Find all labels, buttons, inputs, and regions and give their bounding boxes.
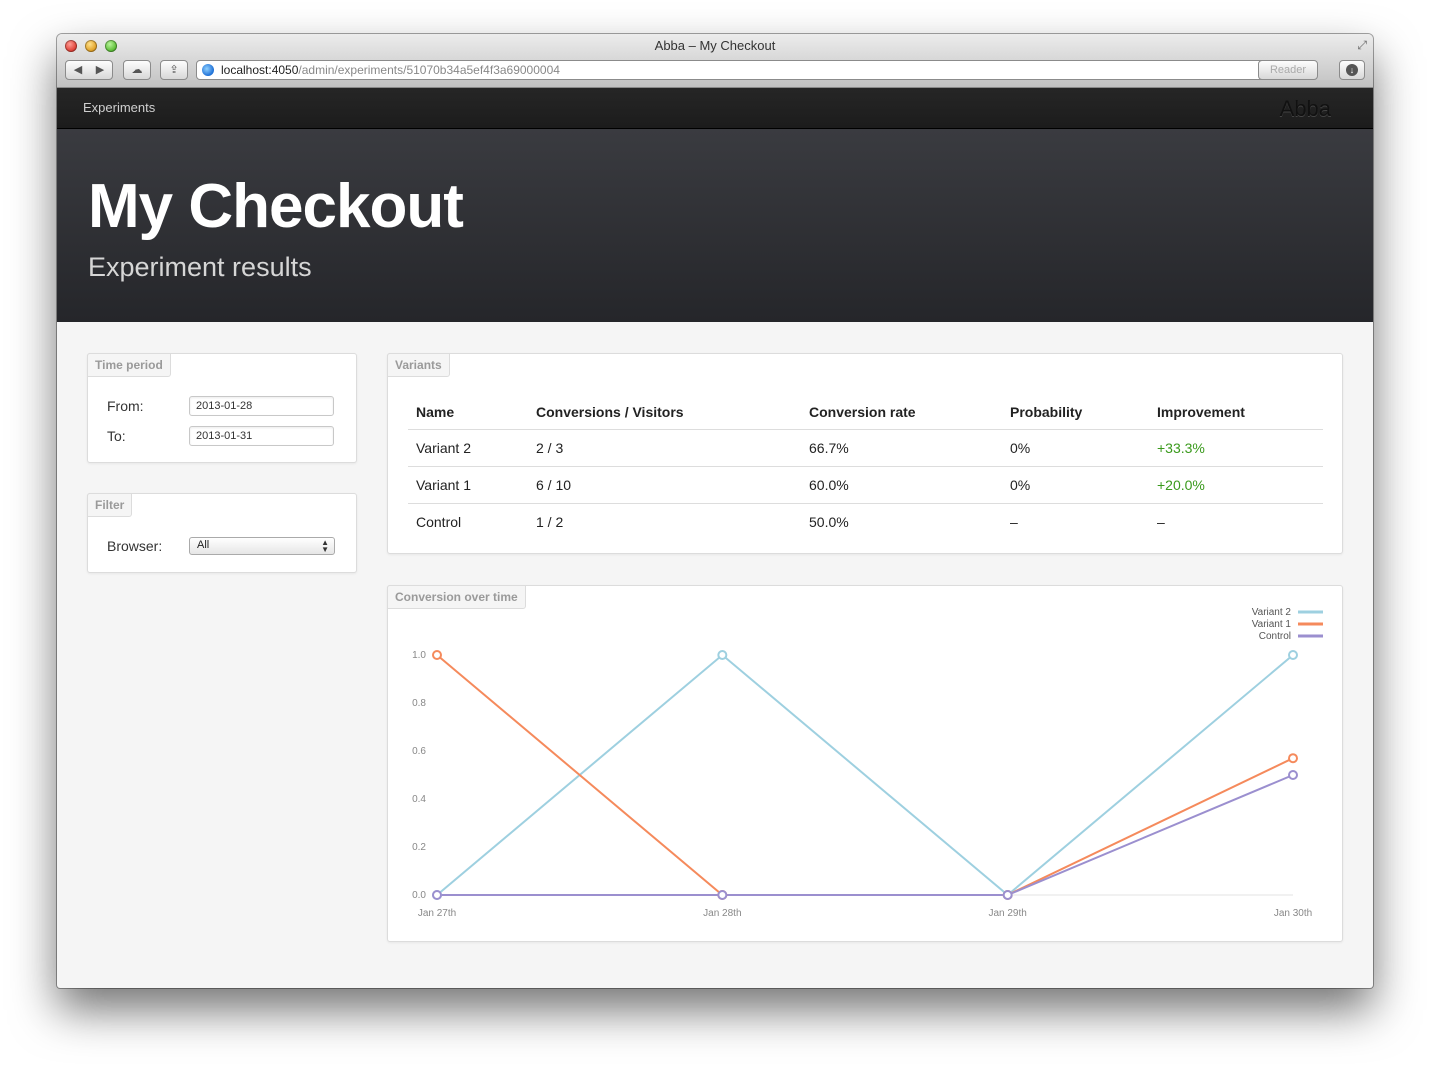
- variants-panel: Variants Name Conversions / Visitors Con…: [387, 353, 1343, 554]
- time-period-tag: Time period: [87, 353, 171, 377]
- url-host: localhost:4050: [221, 63, 299, 77]
- variant-improvement: +20.0%: [1149, 466, 1323, 504]
- legend-label: Variant 1: [1252, 619, 1292, 630]
- y-tick-label: 0.8: [412, 698, 426, 709]
- url-text: localhost:4050/admin/experiments/51070b3…: [221, 61, 560, 79]
- y-tick-label: 0.4: [412, 794, 426, 805]
- brand-logo[interactable]: Abba: [1280, 96, 1331, 122]
- table-row: Variant 1 6 / 10 60.0% 0% +20.0%: [408, 466, 1323, 504]
- forward-icon[interactable]: ▶: [89, 61, 111, 79]
- data-point: [1288, 770, 1298, 780]
- download-icon: ↓: [1346, 64, 1358, 76]
- variant-probability: –: [1010, 514, 1018, 530]
- browser-select-value: All: [197, 539, 210, 551]
- cloud-icon: ☁: [131, 64, 143, 76]
- icloud-tabs-button[interactable]: ☁: [123, 60, 151, 80]
- variant-probability: 0%: [1002, 466, 1149, 504]
- address-bar[interactable]: localhost:4050/admin/experiments/51070b3…: [196, 60, 1304, 80]
- variant-name: Variant 1: [408, 466, 528, 504]
- time-period-panel: Time period From: To:: [87, 353, 357, 463]
- variant-rate: 60.0%: [801, 466, 1002, 504]
- back-forward-buttons: ◀ ▶: [65, 60, 113, 80]
- share-icon: ⇪: [169, 64, 179, 76]
- col-header-rate: Conversion rate: [801, 396, 1002, 430]
- conversion-line-chart: 0.0 0.2 0.4 0.6 0.8 1.0 Jan 27th Jan 28th Jan 29…: [412, 607, 1323, 919]
- url-path: /admin/experiments/51070b34a5ef4f3a69000…: [298, 63, 560, 77]
- hero-header: My Checkout Experiment results: [57, 129, 1373, 322]
- data-point: [717, 890, 728, 900]
- browser-select[interactable]: All ▲ ▼: [189, 537, 335, 555]
- y-tick-label: 0.2: [412, 842, 426, 853]
- window-title: Abba – My Checkout: [654, 38, 776, 53]
- data-point: [432, 650, 442, 660]
- browser-label: Browser:: [107, 538, 163, 554]
- variant-conversions: 2 / 3: [528, 429, 801, 467]
- nav-experiments-link[interactable]: Experiments: [83, 100, 155, 115]
- col-header-conversions: Conversions / Visitors: [528, 396, 801, 430]
- filter-tag: Filter: [87, 493, 133, 517]
- x-tick-label: Jan 29th: [988, 908, 1026, 919]
- from-label: From:: [107, 398, 144, 414]
- downloads-button[interactable]: ↓: [1339, 60, 1365, 80]
- data-point: [1288, 753, 1298, 764]
- page-title: My Checkout: [88, 172, 464, 241]
- variant-name: Control: [416, 514, 462, 530]
- conversion-chart-panel: Conversion over time 0.0 0.2 0.4 0.6 0.8 1.0 J…: [387, 585, 1343, 942]
- variant-rate: 66.7%: [801, 429, 1002, 467]
- variant-improvement: –: [1157, 514, 1165, 530]
- data-point: [1288, 650, 1298, 660]
- filter-panel: Filter Browser: All ▲ ▼: [87, 493, 357, 573]
- data-point: [1002, 890, 1013, 900]
- x-tick-label: Jan 27th: [418, 908, 456, 919]
- legend-label: Control: [1259, 631, 1291, 642]
- y-tick-label: 0.6: [412, 746, 426, 757]
- table-row: Variant 2 2 / 3 66.7% 0% +33.3%: [408, 429, 1323, 467]
- browser-window: Abba – My Checkout ⤢ ◀ ▶ ☁ ⇪ localhost:40…: [57, 34, 1373, 988]
- col-header-improvement: Improvement: [1149, 396, 1323, 430]
- variant-probability: 0%: [1002, 429, 1149, 467]
- x-tick-label: Jan 28th: [703, 908, 741, 919]
- back-icon[interactable]: ◀: [67, 61, 89, 79]
- reader-button[interactable]: Reader: [1258, 60, 1318, 80]
- to-date-input[interactable]: [189, 426, 334, 446]
- share-button[interactable]: ⇪: [160, 60, 188, 80]
- series-line: [437, 774, 1294, 896]
- y-tick-label: 0.0: [412, 890, 426, 901]
- to-label: To:: [107, 428, 126, 444]
- legend-label: Variant 2: [1252, 607, 1292, 618]
- variant-conversions: 1 / 2: [536, 514, 564, 530]
- from-date-input[interactable]: [189, 396, 334, 416]
- globe-icon: [202, 64, 214, 76]
- select-arrows-icon: ▲ ▼: [321, 538, 329, 554]
- variant-improvement: +33.3%: [1149, 429, 1323, 467]
- x-tick-label: Jan 30th: [1274, 908, 1312, 919]
- col-header-name: Name: [408, 396, 528, 430]
- page-subtitle: Experiment results: [88, 252, 312, 282]
- table-row: Control 1 / 2 50.0% – –: [408, 504, 1323, 541]
- variants-tag: Variants: [387, 353, 450, 377]
- data-point: [432, 890, 442, 900]
- y-tick-label: 1.0: [412, 650, 426, 661]
- col-header-probability: Probability: [1002, 396, 1149, 430]
- series-line: [436, 653, 1294, 897]
- variant-conversions: 6 / 10: [528, 466, 801, 504]
- variants-table: Name Conversions / Visitors Conversion r…: [408, 396, 1323, 540]
- title-bar: Abba – My Checkout ⤢ ◀ ▶ ☁ ⇪ localhost:40…: [57, 34, 1373, 88]
- data-point: [717, 650, 728, 660]
- fullscreen-icon[interactable]: ⤢: [1357, 38, 1367, 53]
- variant-rate: 50.0%: [809, 514, 849, 530]
- table-header-row: Name Conversions / Visitors Conversion r…: [408, 396, 1323, 430]
- variant-name: Variant 2: [408, 429, 528, 467]
- navbar: Experiments Abba: [57, 88, 1373, 129]
